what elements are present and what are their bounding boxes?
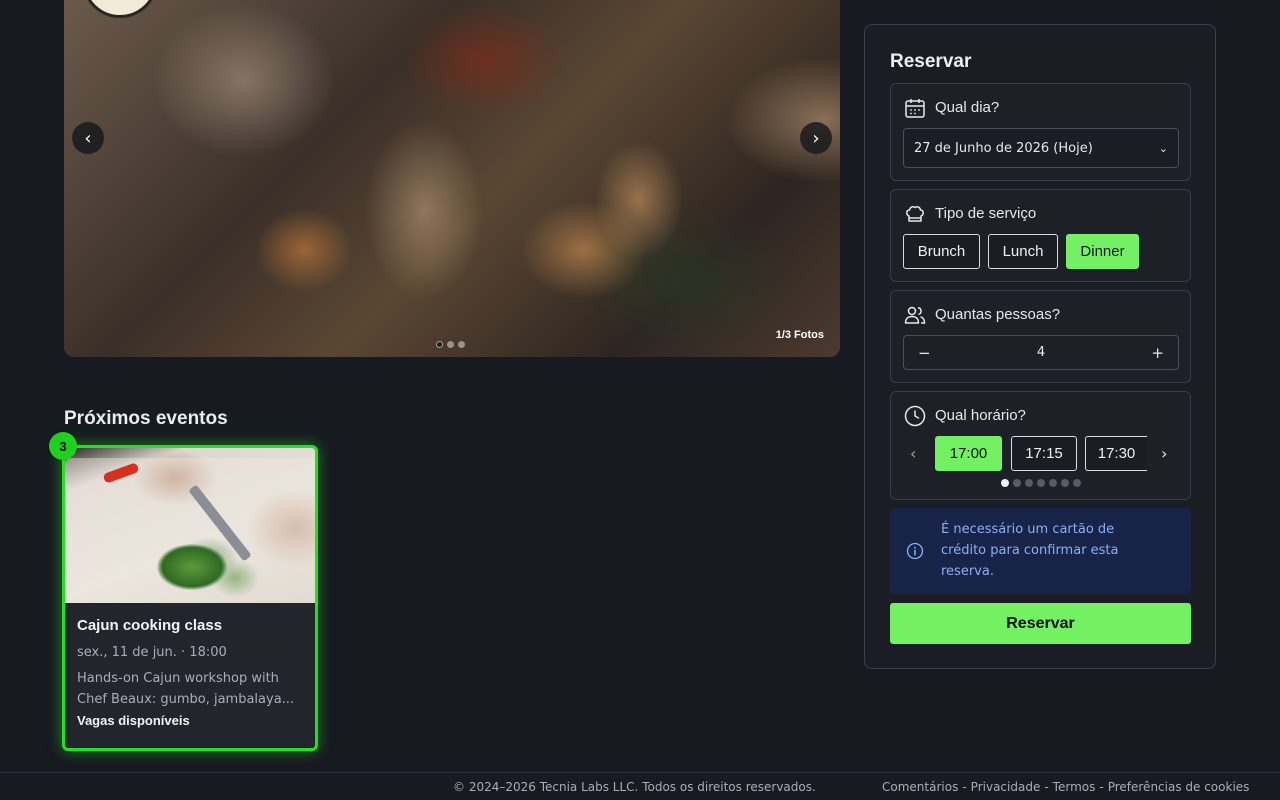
hero-image-highlight xyxy=(364,120,484,300)
users-icon xyxy=(904,306,926,324)
hero-image-highlight xyxy=(594,140,684,260)
carousel-dots[interactable] xyxy=(436,341,465,348)
footer-links: Comentários - Privacidade - Termos - Preferênc… xyxy=(882,780,1249,794)
decrement-button[interactable]: − xyxy=(918,344,931,362)
event-name: Cajun cooking class xyxy=(77,617,223,634)
restaurant-logo xyxy=(82,0,158,18)
event-card[interactable]: Cajun cooking class sex., 11 de jun. · 1… xyxy=(62,445,318,751)
event-image xyxy=(65,448,315,603)
footer-link-terms[interactable]: Termos xyxy=(1053,780,1096,794)
footer: © 2024–2026 Tecnia Labs LLC. Todos os di… xyxy=(0,772,1280,800)
time-dot[interactable] xyxy=(1073,479,1081,487)
time-dot[interactable] xyxy=(1001,479,1009,487)
service-label: Tipo de serviço xyxy=(935,205,1037,222)
time-slot-1715[interactable]: 17:15 xyxy=(1011,436,1077,471)
carousel-next-button[interactable]: › xyxy=(800,122,832,154)
event-availability: Vagas disponíveis xyxy=(77,713,190,728)
separator: - xyxy=(1044,780,1049,794)
carousel-prev-button[interactable]: ‹ xyxy=(72,122,104,154)
info-icon xyxy=(906,542,924,560)
time-prev-button[interactable]: ‹ xyxy=(910,444,916,463)
chevron-right-icon: › xyxy=(812,127,820,149)
credit-card-notice: É necessário um cartão de crédito para c… xyxy=(890,508,1191,594)
people-label: Quantas pessoas? xyxy=(935,306,1061,323)
chef-hat-icon xyxy=(906,206,924,222)
separator: - xyxy=(962,780,967,794)
footer-link-cookies[interactable]: Preferências de cookies xyxy=(1108,780,1250,794)
clock-icon xyxy=(904,405,926,427)
time-slot-1700[interactable]: 17:00 xyxy=(935,436,1002,471)
event-count-badge: 3 xyxy=(49,432,77,460)
people-count[interactable]: 4 xyxy=(1037,345,1045,360)
service-section: Tipo de serviço Brunch Lunch Dinner xyxy=(890,189,1191,282)
separator: - xyxy=(1099,780,1104,794)
carousel-dot[interactable] xyxy=(436,341,443,348)
carousel-dot[interactable] xyxy=(458,341,465,348)
time-dot[interactable] xyxy=(1037,479,1045,487)
hero-carousel[interactable]: ‹ › 1/3 Fotos xyxy=(64,0,840,357)
footer-link-privacy[interactable]: Privacidade xyxy=(971,780,1041,794)
day-label: Qual dia? xyxy=(935,99,1000,116)
time-dot[interactable] xyxy=(1061,479,1069,487)
events-section-title: Próximos eventos xyxy=(64,408,228,429)
event-date: sex., 11 de jun. · 18:00 xyxy=(77,645,227,660)
reserve-button[interactable]: Reservar xyxy=(890,603,1191,644)
service-brunch-button[interactable]: Brunch xyxy=(903,234,980,269)
chopped-vegetables xyxy=(157,544,227,590)
notice-text: É necessário um cartão de crédito para c… xyxy=(941,522,1119,579)
service-lunch-button[interactable]: Lunch xyxy=(988,234,1058,269)
time-section: Qual horário? ‹ 17:00 17:15 17:30 › xyxy=(890,391,1191,500)
time-dot[interactable] xyxy=(1025,479,1033,487)
time-label: Qual horário? xyxy=(935,407,1026,424)
panel-title: Reservar xyxy=(890,51,972,72)
date-select[interactable]: 27 de Junho de 2026 (Hoje) ⌄ xyxy=(903,128,1179,168)
reservation-panel: Reservar Qual dia? 27 de Junho de 2026 (… xyxy=(864,24,1216,669)
photo-count: 1/3 Fotos xyxy=(775,329,824,341)
chevron-left-icon: ‹ xyxy=(84,127,92,149)
day-section: Qual dia? 27 de Junho de 2026 (Hoje) ⌄ xyxy=(890,83,1191,181)
increment-button[interactable]: + xyxy=(1151,344,1164,362)
carousel-dot[interactable] xyxy=(447,341,454,348)
chevron-down-icon: ⌄ xyxy=(1158,141,1168,155)
service-dinner-button[interactable]: Dinner xyxy=(1066,234,1139,269)
event-description: Hands-on Cajun workshop with Chef Beaux:… xyxy=(77,671,295,707)
time-carousel-dots[interactable] xyxy=(1001,479,1081,487)
time-dot[interactable] xyxy=(1013,479,1021,487)
time-dot[interactable] xyxy=(1049,479,1057,487)
time-slot-1730[interactable]: 17:30 xyxy=(1085,436,1147,471)
time-next-button[interactable]: › xyxy=(1161,444,1167,463)
people-section: Quantas pessoas? − 4 + xyxy=(890,290,1191,383)
date-select-value: 27 de Junho de 2026 (Hoje) xyxy=(914,140,1093,156)
calendar-icon xyxy=(905,99,925,118)
copyright-text: © 2024–2026 Tecnia Labs LLC. Todos os di… xyxy=(453,780,816,794)
footer-link-comments[interactable]: Comentários xyxy=(882,780,958,794)
quantity-stepper: − 4 + xyxy=(903,335,1179,370)
